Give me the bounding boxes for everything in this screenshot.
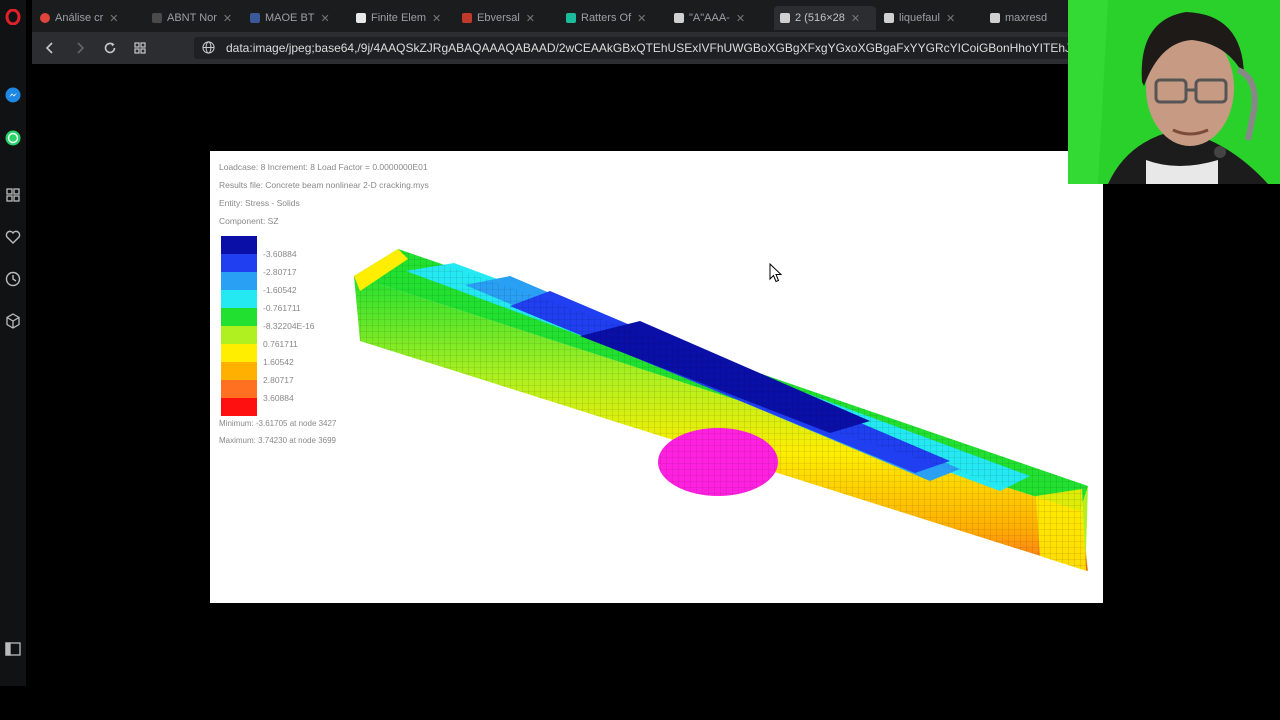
close-tab-icon[interactable]: ✕: [736, 12, 745, 25]
mouse-cursor-icon: [769, 262, 783, 288]
tab-favicon-icon: [462, 13, 472, 23]
tab-favicon-icon: [356, 13, 366, 23]
reload-button[interactable]: [100, 38, 120, 58]
close-tab-icon[interactable]: ✕: [851, 12, 860, 25]
address-toolbar: data:image/jpeg;base64,/9j/4AAQSkZJRgABA…: [32, 32, 1080, 64]
beam-side-mesh: [354, 276, 1088, 571]
cube-icon[interactable]: [4, 312, 22, 330]
tab-favicon-icon: [990, 13, 1000, 23]
browser-tab[interactable]: maxresd: [990, 6, 1080, 30]
load-plate-mesh: [658, 428, 778, 496]
close-tab-icon[interactable]: ✕: [109, 12, 118, 25]
messenger-icon[interactable]: [4, 86, 22, 104]
globe-icon: [202, 41, 215, 59]
tab-title: "A"AAA-: [689, 12, 730, 24]
close-tab-icon[interactable]: ✕: [946, 12, 955, 25]
whatsapp-icon[interactable]: [4, 129, 22, 147]
tab-favicon-icon: [152, 13, 162, 23]
tab-title: liquefaul: [899, 12, 940, 24]
letterbox-bottom: [0, 686, 1280, 720]
apps-grid-icon[interactable]: [4, 186, 22, 204]
tab-title: Finite Elem: [371, 12, 427, 24]
close-tab-icon[interactable]: ✕: [223, 12, 232, 25]
tab-favicon-icon: [780, 13, 790, 23]
tab-title: ABNT Nor: [167, 12, 217, 24]
beam-stress-contour-render: [354, 249, 1088, 571]
beam-right-end-mesh: [1036, 489, 1086, 571]
tab-title: Ratters Of: [581, 12, 632, 24]
tab-favicon-icon: [250, 13, 260, 23]
tab-title: 2 (516×28: [795, 12, 845, 24]
browser-tab[interactable]: Ratters Of ✕: [566, 6, 666, 30]
webcam-person-image: [1068, 0, 1280, 184]
browser-tab-active[interactable]: 2 (516×28 ✕: [774, 6, 876, 30]
history-icon[interactable]: [4, 270, 22, 288]
forward-button[interactable]: [70, 38, 90, 58]
image-viewer: Loadcase: 8 Increment: 8 Load Factor = 0…: [210, 151, 1103, 603]
tab-favicon-icon: [566, 13, 576, 23]
tab-title: maxresd: [1005, 12, 1048, 24]
beam-model: [354, 249, 1088, 571]
tab-title: Análise cr: [55, 12, 104, 24]
heart-icon[interactable]: [4, 228, 22, 246]
url-field[interactable]: data:image/jpeg;base64,/9j/4AAQSkZJRgABA…: [194, 37, 1079, 59]
webcam-overlay: [1068, 0, 1280, 184]
close-tab-icon[interactable]: ✕: [432, 12, 441, 25]
tab-title: Ebversal: [477, 12, 520, 24]
tab-title: MAOE BT: [265, 12, 315, 24]
close-tab-icon[interactable]: ✕: [637, 12, 646, 25]
browser-tab[interactable]: Finite Elem ✕: [356, 6, 456, 30]
browser-tab[interactable]: liquefaul ✕: [884, 6, 980, 30]
tab-favicon-icon: [884, 13, 894, 23]
tab-favicon-icon: [674, 13, 684, 23]
tab-strip: Análise cr ✕ ABNT Nor ✕ MAOE BT ✕ Finite El…: [32, 0, 1080, 32]
back-button[interactable]: [40, 38, 60, 58]
opera-logo-icon[interactable]: [4, 8, 22, 26]
browser-tab[interactable]: MAOE BT ✕: [250, 6, 350, 30]
browser-tab[interactable]: Ebversal ✕: [462, 6, 562, 30]
browser-window: Análise cr ✕ ABNT Nor ✕ MAOE BT ✕ Finite El…: [0, 0, 1280, 686]
browser-tab[interactable]: "A"AAA- ✕: [674, 6, 770, 30]
browser-sidebar: [0, 0, 26, 686]
close-tab-icon[interactable]: ✕: [526, 12, 535, 25]
speed-dial-icon[interactable]: [130, 38, 150, 58]
close-tab-icon[interactable]: ✕: [321, 12, 330, 25]
sidebar-toggle-icon[interactable]: [4, 640, 22, 658]
url-text[interactable]: data:image/jpeg;base64,/9j/4AAQSkZJRgABA…: [226, 41, 1078, 55]
tab-favicon-icon: [40, 13, 50, 23]
browser-tab[interactable]: Análise cr ✕: [40, 6, 140, 30]
browser-tab[interactable]: ABNT Nor ✕: [152, 6, 252, 30]
